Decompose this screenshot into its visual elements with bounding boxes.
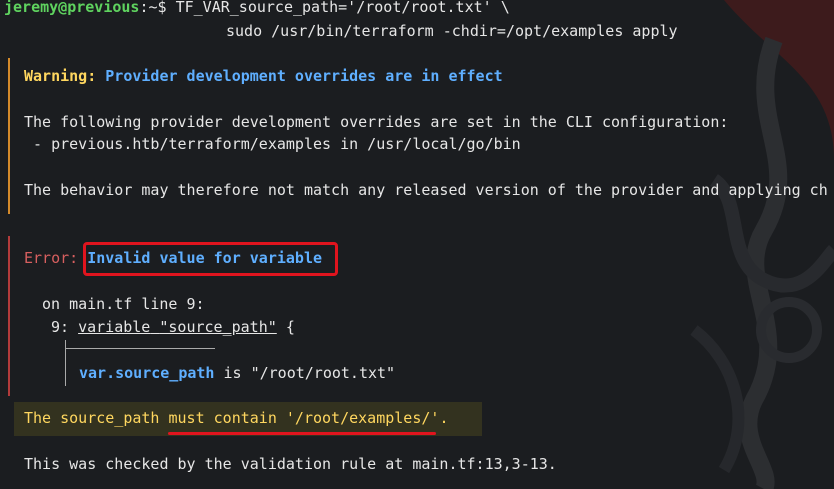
warning-heading: Warning: Provider development overrides … [24, 66, 503, 86]
error-label: Error: [24, 249, 79, 267]
var-is: is [223, 364, 242, 382]
var-reference: var.source_path [79, 364, 215, 382]
message-underline [168, 432, 436, 435]
command-line-2: sudo /usr/bin/terraform -chdir=/opt/exam… [226, 22, 678, 40]
tree-horizontal-line [65, 348, 215, 349]
warning-line-3: The behavior may therefore not match any… [24, 181, 828, 199]
var-value: "/root/root.txt" [250, 364, 396, 382]
command-line-1: jeremy@previous:~$ TF_VAR_source_path='/… [4, 0, 510, 17]
code-line-number: 9: [51, 318, 70, 336]
error-bar [8, 236, 10, 396]
code-brace: { [285, 318, 295, 336]
error-message: The source_path must contain '/root/exam… [24, 409, 449, 427]
command-text-1: TF_VAR_source_path='/root/root.txt' \ [166, 0, 510, 16]
message-key-phrase: must contain '/root/examples/' [168, 409, 440, 427]
validation-note: This was checked by the validation rule … [24, 455, 557, 473]
warning-bar [8, 58, 10, 214]
warning-label: Warning: [24, 67, 97, 85]
tree-vertical-line [65, 340, 66, 386]
code-snippet: variable "source_path" [78, 318, 277, 336]
var-line: var.source_path is "/root/root.txt" [79, 363, 395, 383]
warning-line-1: The following provider development overr… [24, 113, 729, 131]
error-location: on main.tf line 9: [42, 295, 205, 313]
code-line: 9: variable "source_path" { [51, 317, 295, 337]
background-ornament [690, 0, 834, 489]
warning-line-2: - previous.htb/terraform/examples in /us… [24, 135, 521, 153]
prompt-path: :~$ [139, 0, 167, 16]
prompt-user-host: jeremy@previous [4, 0, 140, 16]
error-title-highlight [83, 242, 338, 276]
warning-title: Provider development overrides are in ef… [105, 67, 503, 85]
